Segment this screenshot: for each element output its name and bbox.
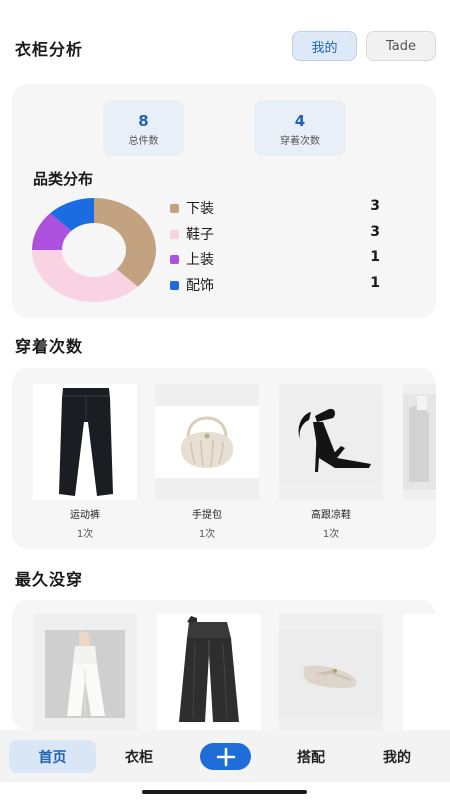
home-indicator <box>142 790 307 794</box>
total-items-value: 8 <box>138 112 149 130</box>
legend-label: 鞋子 <box>186 226 214 243</box>
toggle-mine-button[interactable]: 我的 <box>292 31 357 61</box>
nav-wardrobe[interactable]: 衣柜 <box>110 740 168 773</box>
mary-jane-shoe-icon <box>279 614 383 730</box>
legend-label: 配饰 <box>186 277 214 294</box>
wear-item-partial[interactable] <box>403 384 436 500</box>
handbag-icon <box>155 384 259 500</box>
legend-item-bottoms: 下装 3 <box>170 198 380 224</box>
unworn-item-mary-jane[interactable] <box>279 614 383 730</box>
pants-icon <box>33 384 137 500</box>
legend-count: 1 <box>370 274 380 291</box>
top-icon <box>403 384 436 500</box>
bottom-navigation: 首页 衣柜 搭配 我的 <box>0 730 450 782</box>
longest-unworn-title: 最久没穿 <box>15 570 84 589</box>
unworn-item-partial[interactable] <box>403 614 436 730</box>
plus-icon <box>216 747 235 766</box>
category-legend: 下装 3 鞋子 3 上装 1 配饰 1 <box>170 198 380 300</box>
item-count: 1次 <box>76 529 94 540</box>
wear-times-stat: 4 穿着次数 <box>254 100 346 156</box>
gray-trousers-icon <box>157 614 261 730</box>
white-trousers-icon <box>33 614 137 730</box>
page-title: 衣柜分析 <box>15 40 84 59</box>
wear-item-handbag[interactable]: 手提包 1次 <box>155 384 259 540</box>
unworn-item-gray-trousers[interactable] <box>157 614 261 730</box>
legend-item-accessories: 配饰 1 <box>170 275 380 301</box>
donut-slice-0 <box>94 198 156 287</box>
wear-count-title: 穿着次数 <box>15 337 84 356</box>
legend-dot <box>170 255 179 264</box>
nav-outfit[interactable]: 搭配 <box>282 740 340 773</box>
legend-count: 1 <box>370 249 380 265</box>
wear-times-label: 穿着次数 <box>280 136 320 147</box>
legend-dot <box>170 280 179 290</box>
nav-mine[interactable]: 我的 <box>368 740 426 773</box>
partial-item-icon <box>403 614 436 730</box>
longest-unworn-strip[interactable] <box>12 600 436 730</box>
wear-count-strip[interactable]: 运动裤 1次 手提包 1次 高跟凉鞋 1次 <box>12 368 436 549</box>
wear-item-heel-sandal[interactable]: 高跟凉鞋 1次 <box>279 384 383 540</box>
legend-label: 下装 <box>186 201 214 217</box>
legend-label: 上装 <box>186 252 214 268</box>
wear-item-pants[interactable]: 运动裤 1次 <box>33 384 137 540</box>
toggle-tade-button[interactable]: Tade <box>366 31 436 61</box>
nav-home[interactable]: 首页 <box>9 740 96 773</box>
item-name: 运动裤 <box>70 510 100 521</box>
item-name: 高跟凉鞋 <box>311 510 351 521</box>
legend-count: 3 <box>370 223 380 240</box>
unworn-item-white-trousers[interactable] <box>33 614 137 730</box>
total-items-label: 总件数 <box>128 136 159 147</box>
total-items-stat: 8 总件数 <box>103 100 184 156</box>
item-name: 手提包 <box>192 510 222 521</box>
legend-item-tops: 上装 1 <box>170 249 380 275</box>
item-count: 1次 <box>322 529 340 540</box>
legend-dot <box>170 204 179 213</box>
add-button[interactable] <box>200 743 251 770</box>
header: 衣柜分析 我的 Tade <box>0 0 450 80</box>
category-donut-chart <box>32 198 156 302</box>
heel-sandal-icon <box>279 384 383 500</box>
legend-count: 3 <box>370 198 380 214</box>
legend-item-shoes: 鞋子 3 <box>170 224 380 250</box>
legend-dot <box>170 229 179 239</box>
summary-card: 8 总件数 4 穿着次数 品类分布 下装 3 鞋子 3 上装 1 配饰 1 <box>12 84 436 318</box>
donut-slice-1 <box>32 250 138 302</box>
wear-times-value: 4 <box>294 112 306 130</box>
item-count: 1次 <box>198 529 216 540</box>
category-title: 品类分布 <box>33 170 94 188</box>
